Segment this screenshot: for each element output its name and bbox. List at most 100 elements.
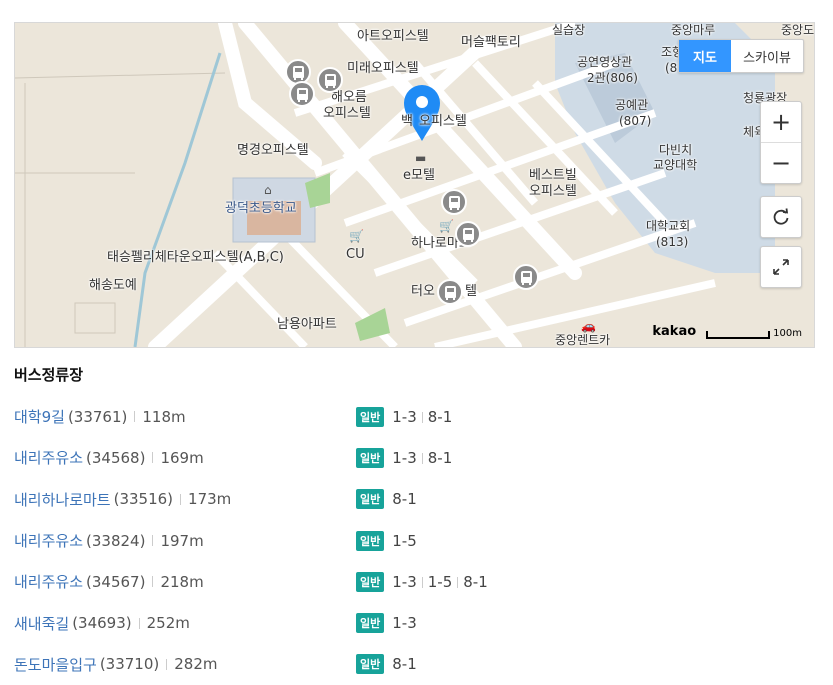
bus-stop-code: (33824) [86,531,146,550]
map-label: 해오름 [331,90,367,105]
divider [134,411,136,423]
map-label: 오피스텔 [419,114,467,129]
map-label: 오피스텔 [529,184,577,199]
bus-stop-row: 내리주유소 (34567) 218m 일반 1-3 1-5 8-1 [14,561,814,602]
bus-stop-row: 새내죽길 (34693) 252m 일반 1-3 [14,602,814,643]
map-label: (813) [656,235,689,249]
bus-stop-name-link[interactable]: 내리주유소 [14,447,83,468]
bus-stop-icon[interactable] [441,189,467,215]
map-label: 태승펠리체타운오피스텔(A,B,C) [107,250,284,265]
map-label: 백 [401,114,413,129]
bus-stop-code: (34568) [86,448,146,467]
map-label: 실습장 [552,23,586,37]
bus-stop-name-link[interactable]: 내리하나로마트 [14,489,111,510]
cart-icon: 🛒 [349,229,364,243]
expand-icon [773,259,789,275]
bus-stop-name-link[interactable]: 내리주유소 [14,530,83,551]
route-number[interactable]: 1-5 [392,532,417,550]
bus-type-badge: 일반 [356,613,385,634]
map-label: 해송도예 [89,278,137,293]
map-label: 중앙도 [781,23,815,37]
map-label: 중앙렌트카 [555,333,611,347]
map-type-skyview-button[interactable]: 스카이뷰 [731,40,803,72]
kakao-logo: kakao [652,324,697,339]
route-number[interactable]: 8-1 [392,655,417,673]
bus-stop-name-link[interactable]: 새내죽길 [14,613,69,634]
refresh-icon [773,208,789,225]
bus-stop-row: 돈도마을입구 (33710) 282m 일반 8-1 [14,644,814,685]
divider [138,617,140,629]
zoom-out-button[interactable]: − [761,142,801,183]
map-label: 명경오피스텔 [237,143,309,158]
divider [166,658,168,670]
bus-stop-info: 새내죽길 (34693) 252m [14,613,356,634]
bus-stop-icon[interactable] [317,67,343,93]
bus-stop-code: (33761) [67,407,128,426]
bus-stop-icon[interactable] [437,279,463,305]
bus-stop-distance: 197m [160,531,204,550]
bus-stop-row: 내리주유소 (34568) 169m 일반 1-3 8-1 [14,437,814,478]
bus-stop-info: 대학9길 (33761) 118m [14,406,356,427]
route-list: 1-3 8-1 [392,449,452,467]
bus-stop-icon[interactable] [513,264,539,290]
bus-stop-name-link[interactable]: 대학9길 [14,406,65,427]
bus-stop-info: 내리하나로마트 (33516) 173m [14,489,356,510]
map-label: 공예관 [615,98,649,112]
bus-stop-code: (34693) [72,614,132,633]
map-label: 아트오피스텔 [357,29,429,44]
route-list: 1-3 [392,614,417,632]
map-type-map-button[interactable]: 지도 [679,40,731,72]
map-view[interactable]: 아트오피스텔 머슬팩토리 실습장 중앙마루 중앙도 미래오피스텔 해오름 오피스… [14,22,815,348]
bus-stop-info: 내리주유소 (34568) 169m [14,447,356,468]
map-label: 중앙마루 [671,23,716,37]
route-list: 1-5 [392,532,417,550]
refresh-button[interactable] [760,196,802,238]
bus-stop-icon[interactable] [455,221,481,247]
map-label: 오피스텔 [323,106,371,121]
route-number[interactable]: 1-3 [392,408,417,426]
route-number[interactable]: 1-3 [392,449,417,467]
divider [180,493,182,505]
map-label: 머슬팩토리 [461,35,521,50]
zoom-control: + − [760,101,802,184]
route-number[interactable]: 1-3 [392,614,417,632]
route-number[interactable]: 8-1 [392,490,417,508]
car-icon: 🚗 [581,319,596,333]
map-label: 교양대학 [653,158,698,172]
section-title: 버스정류장 [14,366,84,384]
bus-stop-icon[interactable] [289,81,315,107]
bus-stop-name-link[interactable]: 돈도마을입구 [14,654,97,675]
bus-stop-row: 내리하나로마트 (33516) 173m 일반 8-1 [14,479,814,520]
route-number[interactable]: 1-5 [417,573,453,591]
divider [152,535,154,547]
bus-stop-code: (34567) [86,572,146,591]
route-list: 8-1 [392,655,417,673]
bus-stop-distance: 169m [160,448,204,467]
map-label: 대학교회 [646,219,691,233]
map-label: 터오 [411,284,435,299]
divider [152,576,154,588]
bus-stop-distance: 118m [142,407,186,426]
map-label: 광덕초등학교 [225,201,297,216]
bus-stop-code: (33516) [113,490,174,509]
fullscreen-button[interactable] [760,246,802,288]
bus-type-badge: 일반 [356,530,385,551]
school-icon: ⌂ [264,183,272,197]
route-number[interactable]: 8-1 [452,573,488,591]
bus-stop-row: 내리주유소 (33824) 197m 일반 1-5 [14,520,814,561]
bus-stop-distance: 252m [146,614,190,633]
bus-type-badge: 일반 [356,489,385,510]
bus-stop-list: 대학9길 (33761) 118m 일반 1-3 8-1 내리주유소 (34568… [14,396,814,685]
map-scale: kakao 100m [652,324,802,339]
bus-type-badge: 일반 [356,406,385,427]
map-label: 미래오피스텔 [347,61,419,76]
route-number[interactable]: 1-3 [392,573,417,591]
scale-unit: 100m [773,328,802,339]
bus-stop-name-link[interactable]: 내리주유소 [14,571,83,592]
map-type-toggle: 지도 스카이뷰 [678,39,804,73]
route-number[interactable]: 8-1 [417,449,453,467]
bus-stop-distance: 173m [188,490,232,509]
zoom-in-button[interactable]: + [761,102,801,142]
bus-type-badge: 일반 [356,447,385,468]
route-number[interactable]: 8-1 [417,408,453,426]
